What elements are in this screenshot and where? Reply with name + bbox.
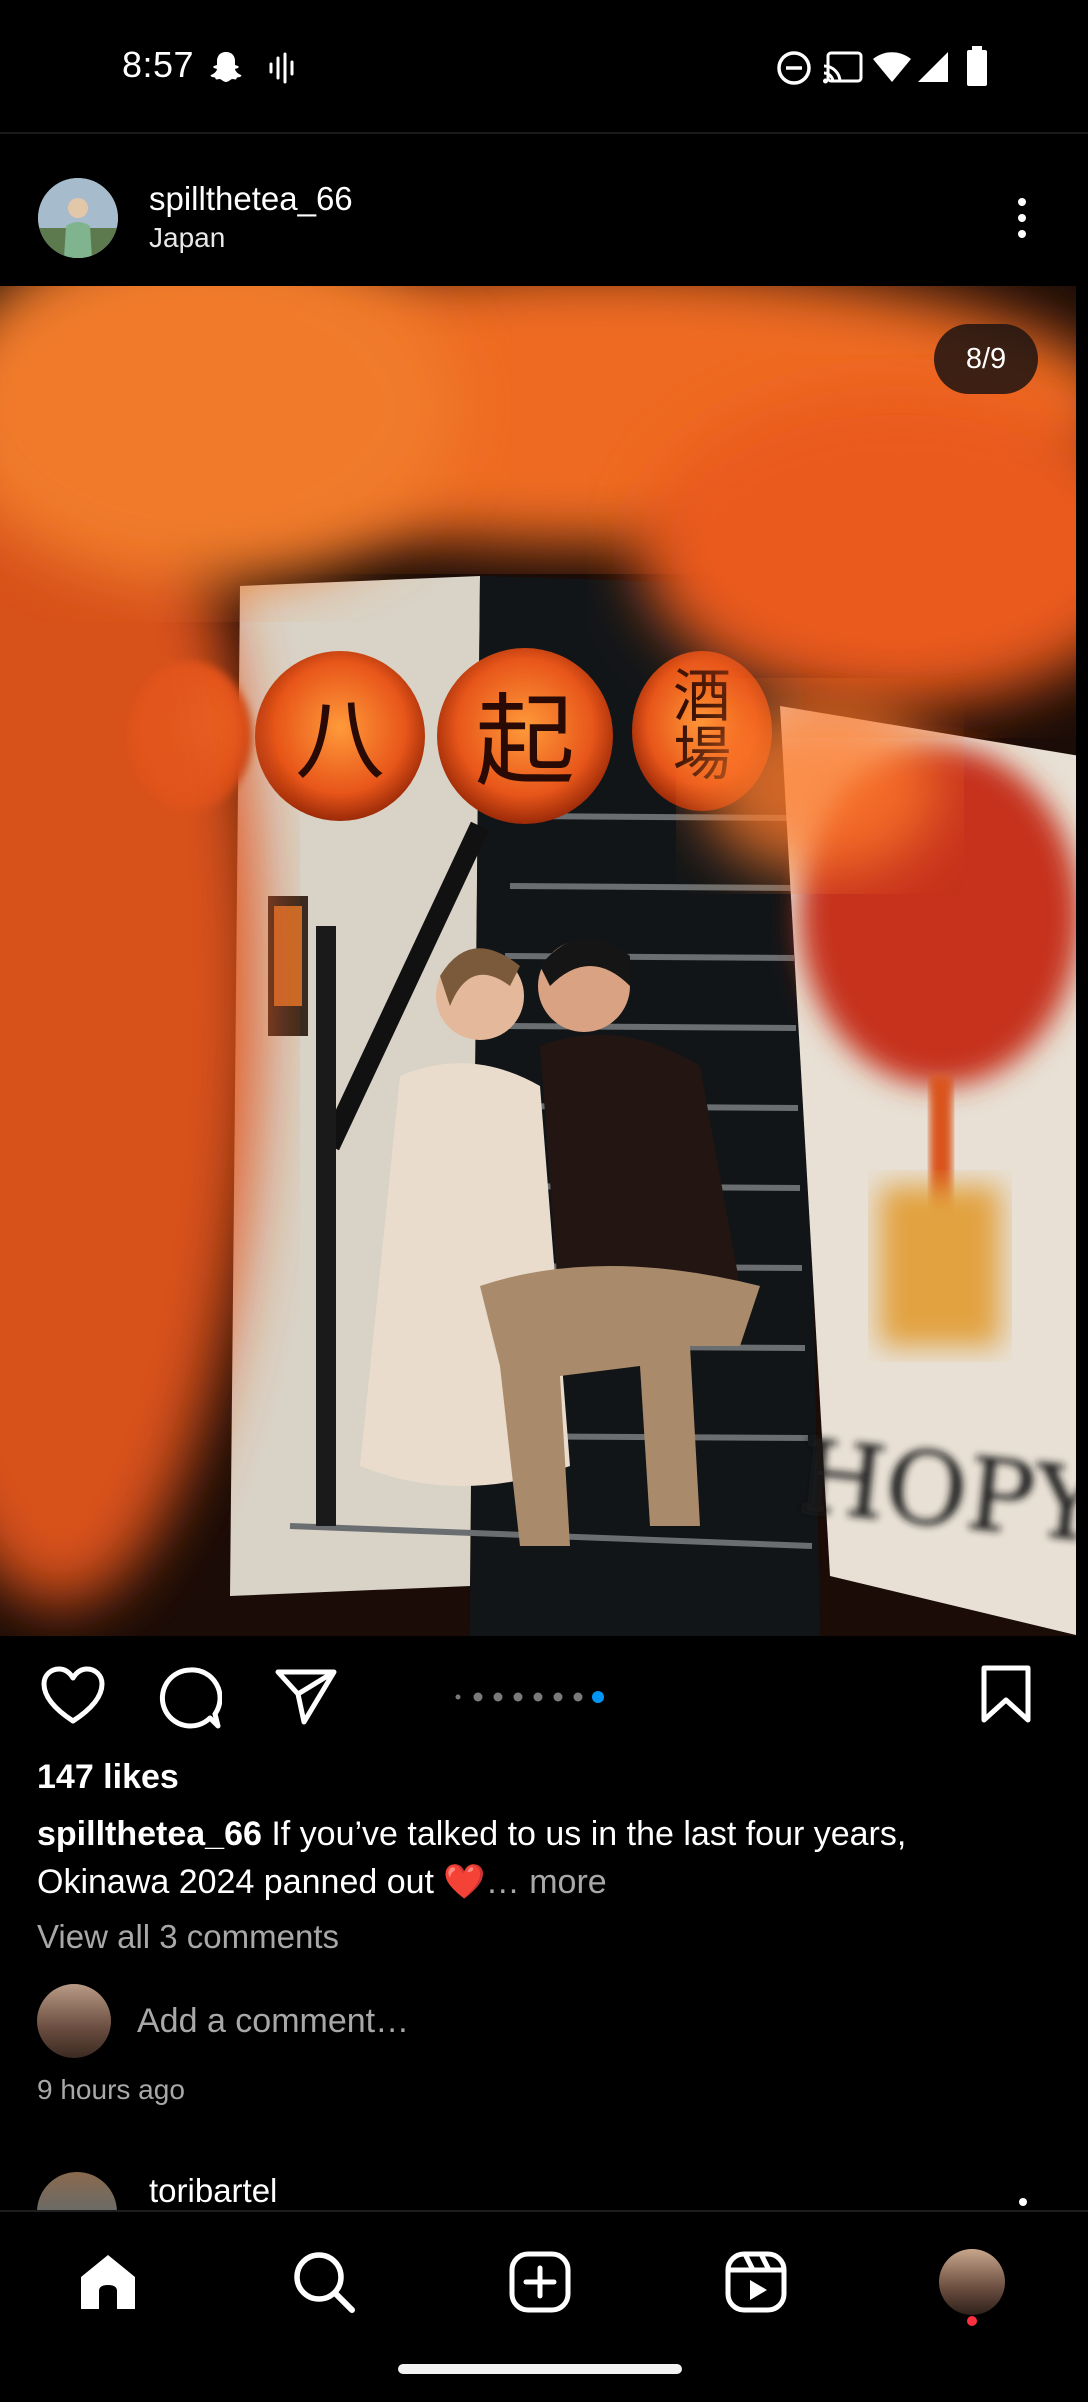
current-user-avatar	[37, 1984, 111, 2058]
carousel-dot	[573, 1692, 583, 1702]
post-caption[interactable]: spillthetea_66 If you’ve talked to us in…	[37, 1810, 1047, 1906]
cast-icon	[823, 51, 863, 84]
post-actions	[0, 1636, 1088, 1756]
voice-icon	[269, 52, 294, 84]
carousel-dot	[513, 1692, 523, 1702]
carousel-dots	[455, 1691, 604, 1703]
carousel-dot	[493, 1692, 503, 1702]
nav-home[interactable]	[68, 2242, 148, 2322]
likes-count[interactable]: 147 likes	[37, 1758, 179, 1797]
nav-search[interactable]	[284, 2242, 364, 2322]
wifi-icon	[873, 52, 911, 82]
gesture-home-indicator[interactable]	[398, 2364, 682, 2374]
caption-more-link[interactable]: … more	[486, 1863, 607, 1901]
share-send-icon[interactable]	[274, 1666, 338, 1726]
svg-text:八: 八	[295, 688, 385, 793]
search-icon	[294, 2252, 355, 2313]
image-counter-badge: 8/9	[934, 324, 1038, 394]
post-header: spillthetea_66 Japan	[0, 134, 1088, 286]
profile-avatar	[939, 2249, 1005, 2315]
carousel-dot	[455, 1694, 461, 1700]
dnd-icon	[777, 51, 811, 85]
author-avatar[interactable]	[38, 178, 118, 258]
next-post-header: toribartel	[0, 2168, 1088, 2210]
caption-username[interactable]: spillthetea_66	[37, 1815, 262, 1853]
nav-profile[interactable]	[932, 2242, 1012, 2322]
post-location[interactable]: Japan	[149, 222, 225, 254]
like-heart-icon[interactable]	[40, 1666, 106, 1726]
add-comment-input[interactable]: Add a comment…	[137, 2002, 409, 2041]
next-post-more-icon[interactable]	[1016, 2194, 1030, 2210]
post-image[interactable]: 八 起 酒 場 HOPY 8/9	[0, 286, 1080, 1636]
status-bar: 8:57	[0, 0, 1088, 132]
reels-icon	[725, 2251, 787, 2313]
nav-reels[interactable]	[716, 2242, 796, 2322]
comment-icon[interactable]	[158, 1666, 222, 1730]
status-time: 8:57	[122, 44, 195, 85]
carousel-dot	[553, 1692, 563, 1702]
view-all-comments-link[interactable]: View all 3 comments	[37, 1918, 339, 1956]
post-timestamp: 9 hours ago	[37, 2074, 185, 2105]
nav-create[interactable]	[500, 2242, 580, 2322]
save-bookmark-icon[interactable]	[980, 1664, 1032, 1724]
svg-text:起: 起	[475, 683, 575, 800]
add-comment-row[interactable]: Add a comment…	[37, 1984, 1047, 2060]
create-icon	[509, 2251, 571, 2313]
carousel-dot	[473, 1692, 483, 1702]
post-photo-illustration: 八 起 酒 場 HOPY	[0, 286, 1080, 1636]
next-post-avatar[interactable]	[37, 2172, 117, 2210]
next-post-username[interactable]: toribartel	[149, 2172, 277, 2210]
battery-icon	[967, 46, 987, 86]
signal-icon	[918, 52, 948, 82]
more-options-icon[interactable]	[1010, 194, 1034, 242]
home-icon	[81, 2255, 135, 2309]
author-username[interactable]: spillthetea_66	[149, 180, 353, 218]
notification-dot	[967, 2316, 977, 2326]
snapchat-icon	[210, 52, 242, 82]
carousel-dot-active	[592, 1691, 604, 1703]
bottom-nav	[0, 2210, 1088, 2402]
carousel-dot	[533, 1692, 543, 1702]
